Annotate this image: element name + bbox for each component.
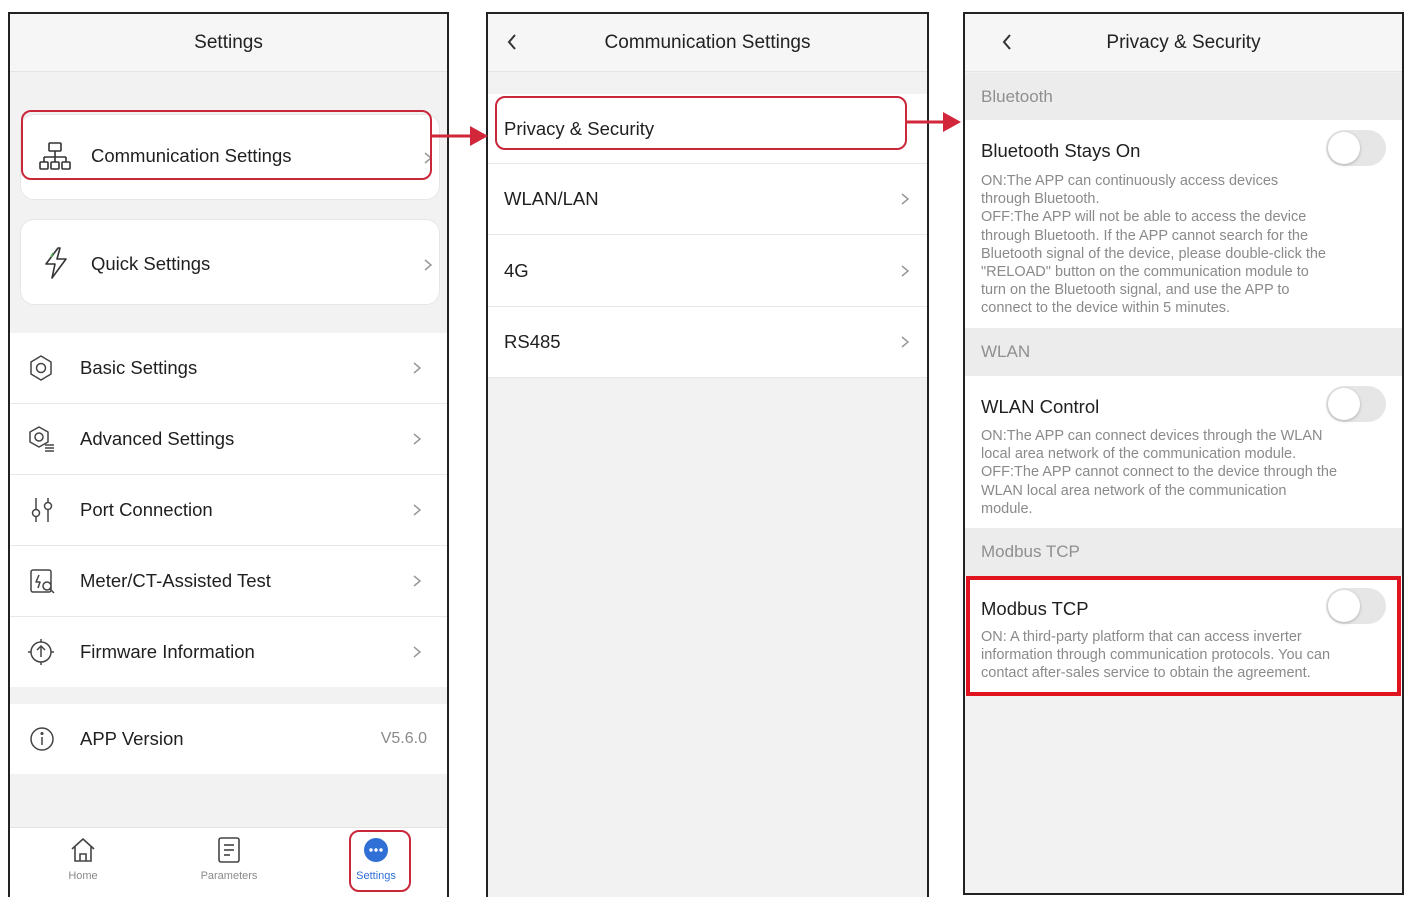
page-title: Privacy & Security [1106,31,1261,53]
highlight-communication-settings [21,110,432,180]
bluetooth-section-label: Bluetooth [981,86,1053,106]
list-item-wlan-lan[interactable]: WLAN/LAN [488,164,927,235]
list-item-rs485[interactable]: RS485 [488,307,927,378]
meter-test-label: Meter/CT-Assisted Test [80,570,271,591]
settings-header: Settings [10,14,447,72]
port-connection-label: Port Connection [80,499,213,520]
highlight-settings-tab [349,830,411,892]
section-header-wlan: WLAN [965,328,1402,376]
4g-label: 4G [504,260,529,281]
privacy-security-screen: Privacy & Security Bluetooth Bluetooth S… [963,12,1404,895]
tab-parameters[interactable]: Parameters [189,836,269,882]
section-header-bluetooth: Bluetooth [965,73,1402,120]
app-version-row: APP Version V5.6.0 [10,704,447,774]
sidebar-item-port-connection[interactable]: Port Connection [10,475,447,546]
wlan-section-label: WLAN [981,342,1031,361]
page-title: Settings [194,31,263,53]
sidebar-item-firmware-information[interactable]: Firmware Information [10,617,447,687]
highlight-modbus-tcp [966,576,1401,696]
chevron-right-icon [413,575,422,587]
lightning-icon [39,246,73,280]
chevron-right-icon [424,259,433,271]
back-button[interactable] [993,28,1021,56]
communication-settings-header: Communication Settings [488,14,927,72]
arrow-to-communication-settings [430,126,488,146]
chevron-right-icon [901,193,910,205]
modbus-section-label: Modbus TCP [981,542,1080,561]
chevron-right-icon [413,504,422,516]
arrow-to-privacy-security [905,112,961,132]
list-item-4g[interactable]: 4G [488,235,927,307]
bluetooth-description: ON:The APP can continuously access devic… [981,173,1326,317]
rs485-label: RS485 [504,331,561,352]
chevron-right-icon [901,265,910,277]
wlan-control-title: WLAN Control [981,396,1100,417]
app-version-value: V5.6.0 [380,730,427,747]
sidebar-item-advanced-settings[interactable]: Advanced Settings [10,404,447,475]
sidebar-item-meter-test[interactable]: Meter/CT-Assisted Test [10,546,447,617]
page-title: Communication Settings [604,31,811,53]
quick-settings-label: Quick Settings [91,253,211,274]
wlan-control-setting: WLAN Control ON:The APP can connect devi… [965,376,1402,528]
highlight-privacy-security [495,96,907,150]
chevron-left-icon [507,34,516,50]
parameters-icon [218,837,240,863]
advanced-gear-icon [26,424,56,454]
bluetooth-stays-on-title: Bluetooth Stays On [981,140,1141,161]
wlan-description: ON:The APP can connect devices through t… [981,428,1338,517]
communication-settings-screen: Communication Settings Privacy & Securit… [486,12,929,897]
chevron-right-icon [413,433,422,445]
gear-icon [26,353,56,383]
bluetooth-stays-on-setting: Bluetooth Stays On ON:The APP can contin… [965,120,1402,328]
chevron-right-icon [413,362,422,374]
privacy-security-header: Privacy & Security [965,14,1402,72]
bluetooth-stays-on-toggle[interactable] [1326,130,1386,166]
advanced-settings-label: Advanced Settings [80,428,235,449]
home-icon [71,838,95,862]
tab-home-label: Home [68,870,98,882]
firmware-information-label: Firmware Information [80,641,255,662]
wlan-lan-label: WLAN/LAN [504,188,599,209]
section-header-modbus-tcp: Modbus TCP [965,528,1402,576]
basic-settings-label: Basic Settings [80,357,198,378]
chevron-right-icon [901,336,910,348]
app-version-label: APP Version [80,728,184,749]
quick-settings-card[interactable]: Quick Settings [20,219,440,305]
tab-parameters-label: Parameters [200,870,258,882]
settings-screen: Settings Communication Settings Quick Se… [8,12,449,897]
tab-home[interactable]: Home [43,836,123,882]
firmware-icon [26,637,56,667]
meter-test-icon [27,566,57,596]
sidebar-item-basic-settings[interactable]: Basic Settings [10,333,447,404]
chevron-right-icon [413,646,422,658]
chevron-left-icon [1002,34,1011,50]
back-button[interactable] [498,28,526,56]
wlan-control-toggle[interactable] [1326,386,1386,422]
port-connection-icon [28,495,56,525]
info-icon [27,724,57,754]
